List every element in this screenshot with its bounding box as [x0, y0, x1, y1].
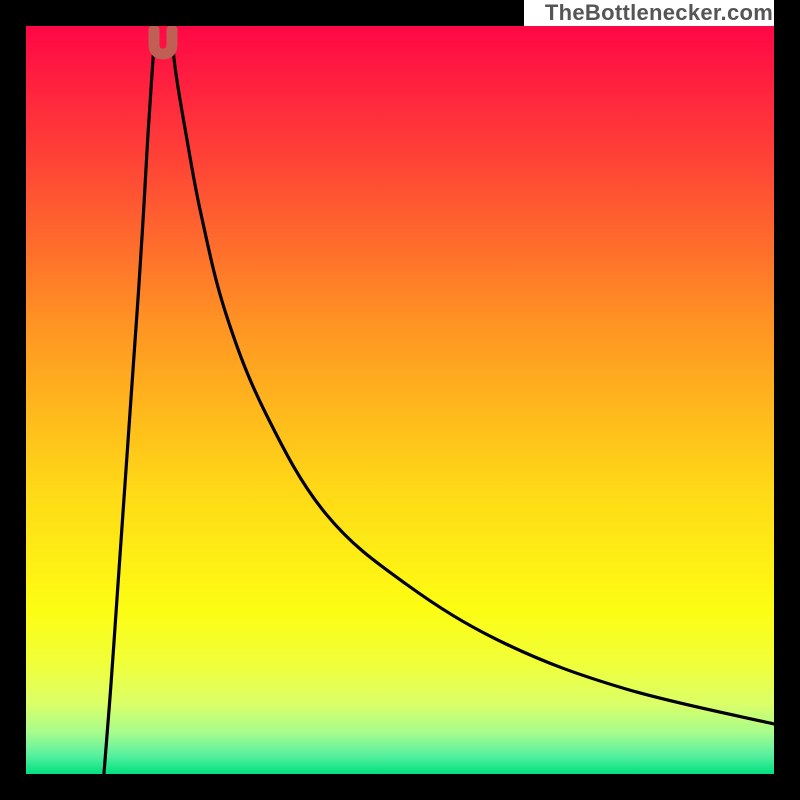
gradient-background — [26, 26, 774, 774]
chart-container: TheBottlenecker.com — [0, 0, 800, 800]
frame-border — [0, 0, 524, 26]
plot-area — [26, 26, 774, 774]
frame-border — [0, 0, 26, 800]
frame-border — [774, 0, 800, 800]
frame-border — [0, 774, 800, 800]
watermark-label: TheBottlenecker.com — [524, 0, 794, 26]
